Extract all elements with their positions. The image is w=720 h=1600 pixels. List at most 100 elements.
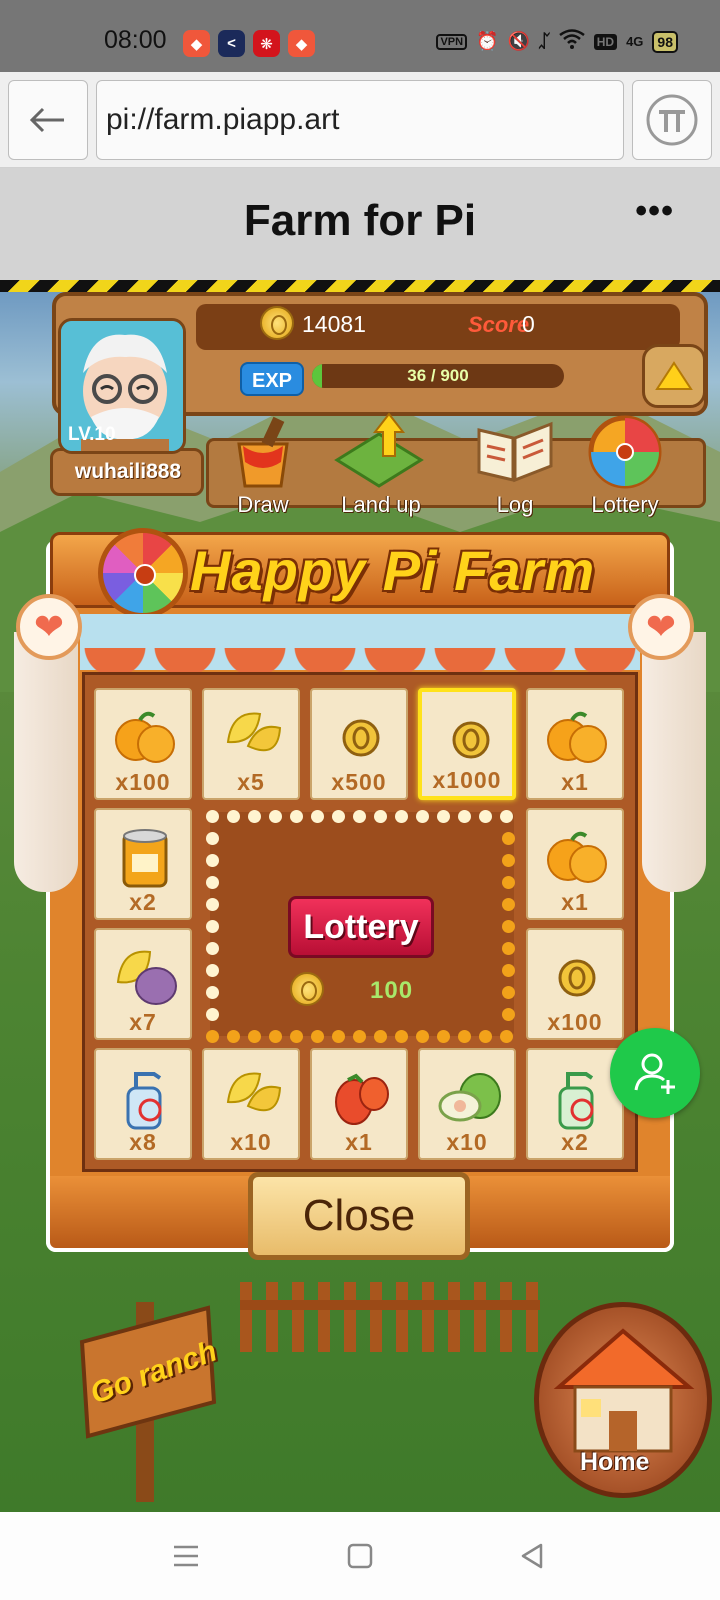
marquee-light: [458, 810, 471, 823]
marquee-light: [311, 810, 324, 823]
marquee-light: [479, 810, 492, 823]
fence-rail: [240, 1300, 540, 1310]
menu-item-lottery[interactable]: Lottery: [570, 410, 680, 518]
kuaishou-icon: ◆: [288, 30, 315, 57]
heart-icon: ❤: [628, 594, 694, 660]
prize-wheel-icon: [98, 528, 188, 618]
exp-text: 36 / 900: [407, 366, 469, 385]
browser-toolbar: pi://farm.piapp.art: [0, 72, 720, 168]
marquee-light: [416, 1030, 429, 1043]
marquee-light: [437, 1030, 450, 1043]
pomelo-purple-icon: [116, 950, 177, 1005]
prize-tile-spray-bottle: x8: [94, 1048, 192, 1160]
alarm-icon: ⏰: [476, 31, 499, 51]
marquee-light: [502, 876, 515, 889]
home-label: Home: [580, 1448, 650, 1476]
marquee-light: [206, 986, 219, 999]
marquee-light: [395, 1030, 408, 1043]
menu-item-log[interactable]: Log: [460, 410, 570, 518]
marquee-light: [206, 898, 219, 911]
marquee-light: [502, 942, 515, 955]
dark-app-icon: <: [218, 30, 245, 57]
prize-wheel-icon: [588, 415, 662, 489]
prize-tile-pomelo: x10: [202, 1048, 300, 1160]
prize-quantity: x1: [561, 889, 589, 915]
menu-item-draw[interactable]: Draw: [208, 410, 318, 518]
lottery-spin-button[interactable]: Lottery: [288, 896, 434, 958]
marquee-light: [206, 920, 219, 933]
guava-icon: [438, 1073, 501, 1122]
marquee-light: [206, 942, 219, 955]
land-up-icon: [334, 412, 424, 488]
marquee-light: [227, 1030, 240, 1043]
pi-logo-icon: [646, 94, 698, 146]
marquee-light: [206, 810, 219, 823]
marquee-light: [206, 832, 219, 845]
marquee-light: [206, 1008, 219, 1021]
score-value: 0: [522, 311, 535, 337]
prize-quantity: x7: [129, 1009, 157, 1035]
hd-icon: HD: [593, 33, 618, 50]
add-friend-button[interactable]: [610, 1028, 700, 1118]
marquee-light: [502, 832, 515, 845]
pi-browser-button[interactable]: [632, 80, 712, 160]
score-label: Score: [468, 312, 530, 337]
prize-tile-orange: x1: [526, 688, 624, 800]
menu-icon[interactable]: [166, 1540, 206, 1572]
username: wuhaili888: [74, 460, 182, 483]
coin-icon: [342, 719, 380, 757]
status-time: 08:00: [104, 26, 167, 54]
prize-tile-pomelo: x5: [202, 688, 300, 800]
prize-quantity: x500: [331, 769, 387, 795]
back-triangle-icon[interactable]: [512, 1540, 552, 1572]
fertilizer-can-icon: [122, 829, 168, 888]
marquee-light: [311, 1030, 324, 1043]
coin-count: 14081: [302, 311, 366, 337]
orange-icon: [547, 711, 607, 763]
add-user-icon: [634, 1053, 675, 1094]
tomato-icon: [335, 1073, 389, 1125]
spray-bottle-green-icon: [558, 1072, 594, 1130]
close-button[interactable]: Close: [248, 1172, 470, 1260]
orange-icon: [547, 831, 607, 883]
prize-tile-orange: x1: [526, 808, 624, 920]
more-options-icon[interactable]: •••: [635, 192, 674, 231]
home-square-icon[interactable]: [340, 1540, 380, 1572]
marquee-light: [332, 810, 345, 823]
prize-tile-guava: x10: [418, 1048, 516, 1160]
marquee-light: [500, 810, 513, 823]
book-icon: [477, 421, 553, 483]
prize-quantity: x2: [129, 889, 157, 915]
marquee-light: [502, 898, 515, 911]
menu-item-land-up[interactable]: Land up: [326, 410, 436, 518]
marquee-light: [290, 1030, 303, 1043]
page-header: Farm for Pi •••: [0, 168, 720, 280]
back-button[interactable]: [8, 80, 88, 160]
lottery-cost: 100: [370, 977, 414, 1004]
prize-tile-coin: x500: [310, 688, 408, 800]
battery-indicator: 98: [652, 30, 678, 53]
prize-quantity: x1: [345, 1129, 373, 1155]
marquee-light: [500, 1030, 513, 1043]
pomelo-icon: [226, 712, 282, 752]
marquee-light: [416, 810, 429, 823]
marquee-light: [502, 854, 515, 867]
marquee-light: [206, 854, 219, 867]
collapse-hud-button[interactable]: [642, 344, 706, 408]
marquee-light: [206, 1030, 219, 1043]
menu-label: Lottery: [591, 492, 659, 517]
url-field[interactable]: pi://farm.piapp.art: [96, 80, 624, 160]
coin-icon: [452, 721, 490, 759]
prize-quantity: x10: [230, 1129, 272, 1155]
prize-tile-tomato: x1: [310, 1048, 408, 1160]
red-app-icon: ❋: [253, 30, 280, 57]
marquee-light: [248, 1030, 261, 1043]
system-icons: VPN ⏰ 🔇 ᛢ HD 4G 98: [436, 29, 678, 54]
prize-tile-coin: x1000: [418, 688, 516, 800]
marquee-light: [502, 920, 515, 933]
vpn-icon: VPN: [436, 33, 468, 50]
marquee-light: [479, 1030, 492, 1043]
prize-tile-coin: x100: [526, 928, 624, 1040]
arrow-left-icon: [29, 107, 64, 133]
marquee-light: [269, 1030, 282, 1043]
